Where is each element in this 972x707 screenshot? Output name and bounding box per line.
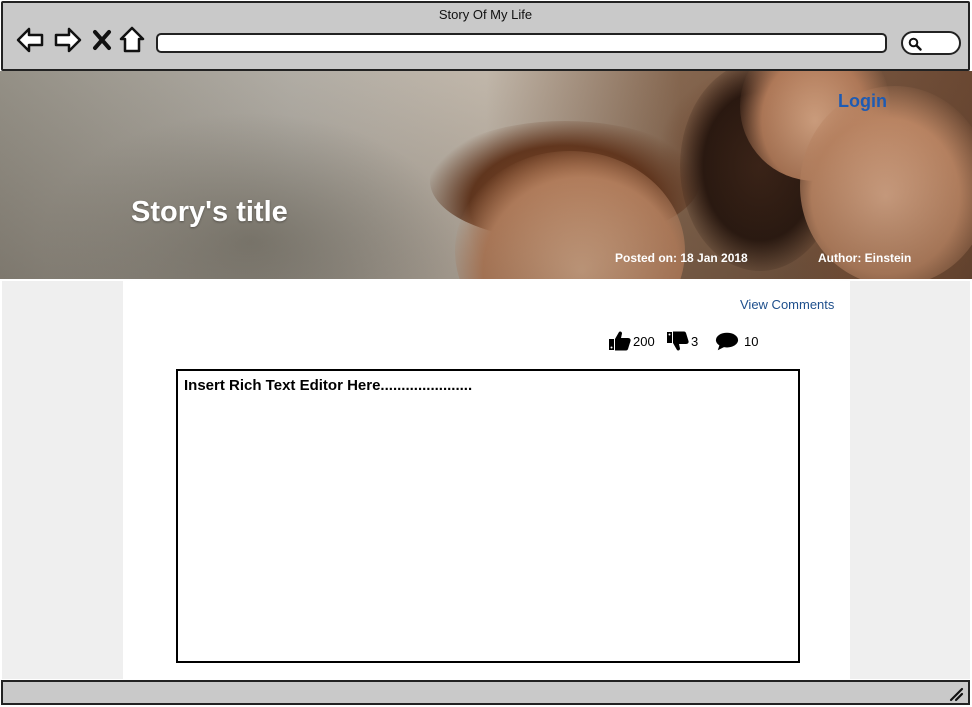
browser-toolbar: Story Of My Life [1, 1, 970, 71]
editor-placeholder: Insert Rich Text Editor Here............… [184, 377, 473, 394]
login-link[interactable]: Login [838, 91, 887, 112]
hero-photo-detail [680, 71, 840, 271]
window-title: Story Of My Life [438, 7, 533, 22]
comment-count: 10 [744, 333, 759, 349]
resize-grip-icon[interactable] [948, 686, 964, 702]
status-bar [1, 680, 970, 705]
close-icon[interactable] [91, 25, 113, 55]
thumbs-up-icon [609, 331, 631, 351]
url-bar[interactable] [156, 33, 887, 53]
search-box[interactable] [901, 31, 961, 55]
dislike-count: 3 [691, 333, 699, 349]
posted-date: Posted on: 18 Jan 2018 [615, 251, 748, 265]
forward-arrow-icon[interactable] [53, 25, 83, 55]
author-name: Author: Einstein [818, 251, 912, 265]
dislike-button[interactable]: 3 [666, 330, 698, 352]
like-button[interactable]: 200 [608, 330, 655, 352]
left-side-panel [2, 281, 123, 679]
back-arrow-icon[interactable] [15, 25, 45, 55]
comments-button[interactable]: 10 [715, 330, 758, 352]
rich-text-editor[interactable]: Insert Rich Text Editor Here............… [176, 369, 800, 663]
search-icon [908, 37, 922, 51]
thumbs-down-icon [667, 331, 689, 351]
hero-photo-detail [740, 71, 890, 181]
like-count: 200 [633, 333, 655, 349]
right-side-panel [850, 281, 970, 679]
hero-photo-detail [430, 121, 700, 241]
speech-bubble-icon [715, 332, 739, 351]
hero-banner-image [0, 71, 972, 279]
story-title: Story's title [131, 196, 288, 228]
view-comments-link[interactable]: View Comments [740, 297, 834, 312]
home-icon[interactable] [119, 25, 145, 55]
